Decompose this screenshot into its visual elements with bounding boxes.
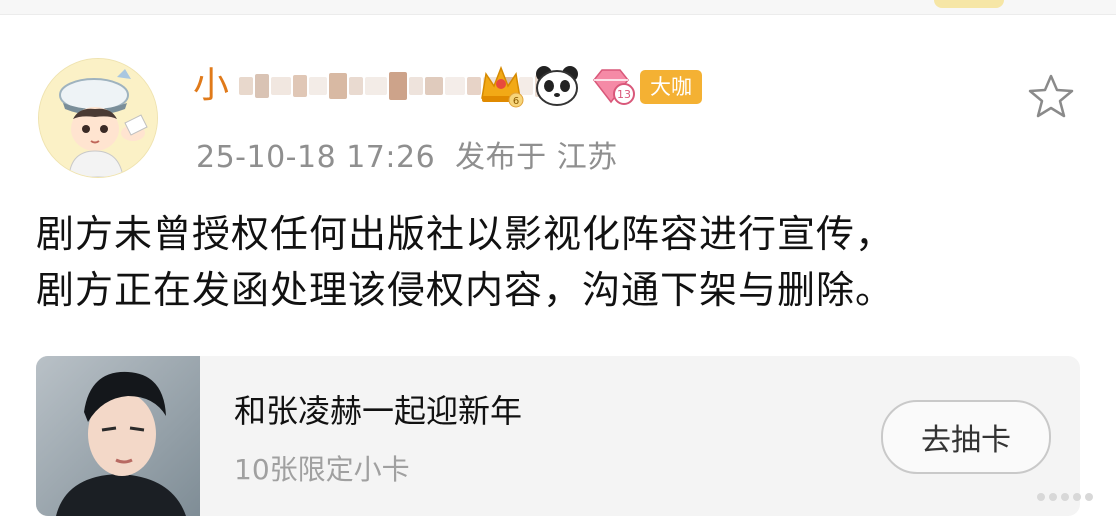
promo-card[interactable]: 和张凌赫一起迎新年 10张限定小卡 去抽卡 <box>36 356 1080 516</box>
watermark-dots-icon <box>1037 493 1093 501</box>
top-tab-indicator <box>934 0 1004 8</box>
avatar-illustration-icon <box>39 59 157 177</box>
panda-icon[interactable] <box>534 64 580 108</box>
crown-icon[interactable]: 6 <box>478 64 524 108</box>
post-content-line: 剧方正在发函处理该侵权内容，沟通下架与删除。 <box>36 268 895 312</box>
post-datetime: 25-10-18 17:26 <box>196 140 436 175</box>
post-meta: 25-10-18 17:26 发布于 江苏 <box>196 132 618 176</box>
crown-level: 6 <box>513 96 519 107</box>
promo-card-subtitle: 10张限定小卡 <box>234 453 410 486</box>
post-content-line: 剧方未曾授权任何出版社以影视化阵容进行宣传， <box>36 212 895 256</box>
user-badges: 6 13 <box>478 64 638 108</box>
promo-card-title: 和张凌赫一起迎新年 <box>234 392 523 430</box>
star-icon[interactable] <box>1026 72 1076 122</box>
diamond-level-icon[interactable]: 13 <box>590 64 638 108</box>
diamond-level: 13 <box>617 88 631 101</box>
post-content: 剧方未曾授权任何出版社以影视化阵容进行宣传， 剧方正在发函处理该侵权内容，沟通下… <box>36 206 1086 318</box>
username-text: 小 <box>193 65 230 106</box>
promo-card-image[interactable] <box>36 356 200 516</box>
avatar[interactable] <box>38 58 158 178</box>
vip-badge[interactable]: 大咖 <box>640 70 702 104</box>
portrait-image-icon <box>36 356 200 516</box>
draw-card-button[interactable]: 去抽卡 <box>881 400 1051 474</box>
post-location: 发布于 江苏 <box>455 140 618 175</box>
